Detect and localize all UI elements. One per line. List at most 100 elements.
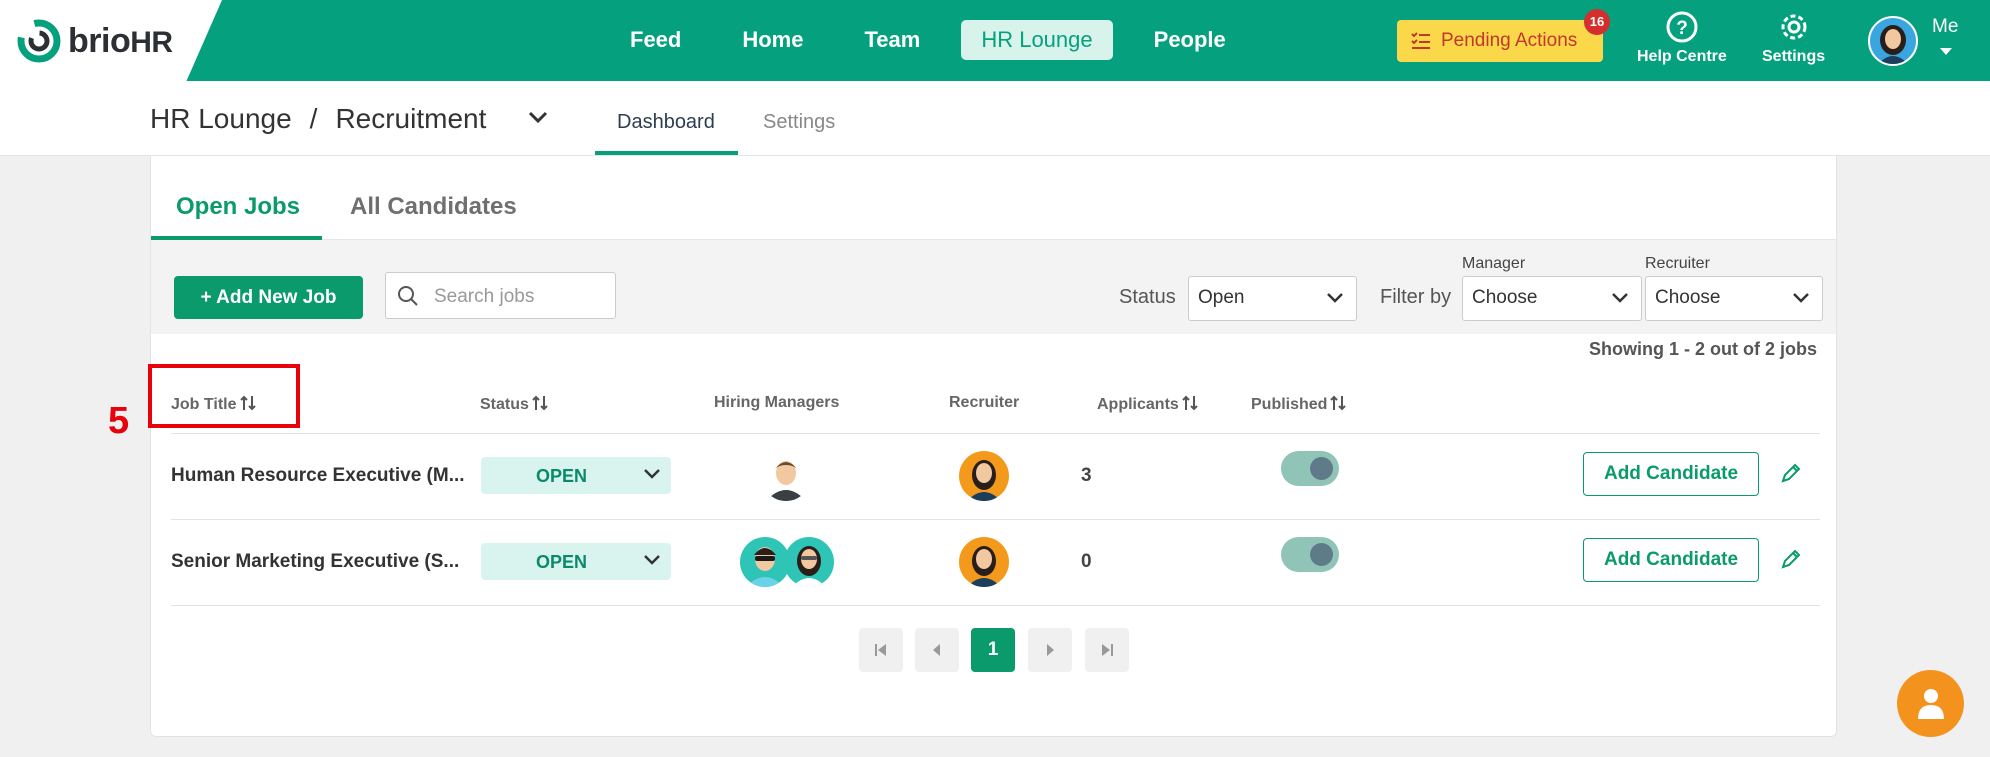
prev-page-button[interactable] <box>915 628 959 672</box>
sort-icon[interactable] <box>1181 394 1199 412</box>
status-filter-select[interactable]: Open <box>1188 276 1357 321</box>
add-candidate-button[interactable]: Add Candidate <box>1583 452 1759 496</box>
chevron-down-icon[interactable] <box>528 111 548 125</box>
jobs-toolbar: + Add New Job Search jobs Status Open Fi… <box>151 240 1836 334</box>
female-avatar-icon <box>967 546 1001 587</box>
chevron-down-icon <box>1612 293 1628 303</box>
job-status-select[interactable]: OPEN <box>481 543 671 580</box>
col-recruiter: Recruiter <box>949 394 1020 411</box>
breadcrumb-current[interactable]: Recruitment <box>335 103 486 134</box>
chevron-down-icon <box>644 555 660 565</box>
breadcrumb: HR Lounge / Recruitment <box>150 103 487 134</box>
annotation-highlight-box <box>148 364 300 428</box>
next-page-button[interactable] <box>1028 628 1072 672</box>
add-new-job-button[interactable]: + Add New Job <box>174 276 363 319</box>
nav-home[interactable]: Home <box>722 20 823 60</box>
main-nav: Feed Home Team HR Lounge People <box>610 20 1267 60</box>
nav-hr-lounge[interactable]: HR Lounge <box>961 20 1113 60</box>
row-divider <box>171 605 1820 606</box>
subtab-settings[interactable]: Settings <box>763 111 835 134</box>
applicants-count: 3 <box>1081 465 1092 486</box>
chevron-down-icon <box>1793 293 1809 303</box>
svg-text:?: ? <box>1676 18 1688 39</box>
col-hiring-managers: Hiring Managers <box>714 394 840 411</box>
last-page-button[interactable] <box>1085 628 1129 672</box>
applicants-count: 0 <box>1081 551 1092 572</box>
search-jobs-input[interactable]: Search jobs <box>385 272 616 319</box>
person-icon <box>1918 689 1944 719</box>
status-filter-label: Status <box>1119 286 1176 308</box>
help-centre-label: Help Centre <box>1637 48 1727 65</box>
chevron-down-icon <box>1327 293 1343 303</box>
published-toggle[interactable] <box>1281 451 1339 486</box>
jobs-tabs: Open Jobs All Candidates <box>151 156 1836 240</box>
sort-icon[interactable] <box>1329 394 1347 412</box>
hiring-manager-avatar[interactable] <box>761 451 811 501</box>
job-title-cell[interactable]: Senior Marketing Executive (S... <box>171 551 459 573</box>
nav-feed[interactable]: Feed <box>610 20 701 60</box>
search-icon <box>398 286 418 306</box>
add-candidate-button[interactable]: Add Candidate <box>1583 538 1759 582</box>
pending-actions-label: Pending Actions <box>1441 30 1578 51</box>
settings-label: Settings <box>1762 48 1826 65</box>
annotation-step-number: 5 <box>108 400 130 442</box>
job-status-select[interactable]: OPEN <box>481 457 671 494</box>
row-divider <box>171 433 1820 434</box>
recruiter-filter-select[interactable]: Choose <box>1645 276 1823 321</box>
page-1-button[interactable]: 1 <box>971 628 1015 672</box>
subtab-active-indicator <box>595 151 738 155</box>
female-avatar-icon <box>792 546 826 587</box>
sort-icon[interactable] <box>531 394 549 412</box>
recruiter-avatar[interactable] <box>959 537 1009 587</box>
col-published[interactable]: Published <box>1251 394 1347 414</box>
last-page-icon <box>1102 644 1113 656</box>
published-toggle[interactable] <box>1281 537 1339 572</box>
nav-people[interactable]: People <box>1134 20 1246 60</box>
pending-count-badge: 16 <box>1584 9 1610 35</box>
user-avatar-icon <box>1870 18 1916 64</box>
hiring-manager-avatar[interactable] <box>740 537 790 587</box>
tab-open-jobs[interactable]: Open Jobs <box>176 193 300 221</box>
row-divider <box>171 519 1820 520</box>
help-icon: ? <box>1666 11 1698 43</box>
col-status[interactable]: Status <box>480 394 549 414</box>
recruiter-avatar[interactable] <box>959 451 1009 501</box>
brio-logo-icon <box>17 19 61 63</box>
me-caret-icon[interactable] <box>1940 48 1952 55</box>
checklist-icon <box>1411 32 1430 49</box>
job-title-cell[interactable]: Human Resource Executive (M... <box>171 465 465 487</box>
subtab-dashboard[interactable]: Dashboard <box>617 111 715 134</box>
results-count: Showing 1 - 2 out of 2 jobs <box>1589 339 1817 359</box>
pencil-icon[interactable] <box>1780 462 1802 484</box>
pencil-icon[interactable] <box>1780 548 1802 570</box>
help-centre-button[interactable]: ? Help Centre <box>1637 10 1727 66</box>
sub-header: HR Lounge / Recruitment Dashboard Settings <box>0 81 1990 156</box>
col-applicants[interactable]: Applicants <box>1097 394 1199 414</box>
gear-icon <box>1781 14 1807 40</box>
brand-name: brioHR <box>68 22 173 60</box>
me-label[interactable]: Me <box>1932 16 1958 38</box>
chevron-right-icon <box>1047 644 1054 656</box>
nav-team[interactable]: Team <box>844 20 940 60</box>
logo[interactable]: brioHR <box>0 0 222 81</box>
male-avatar-icon <box>766 461 806 501</box>
jobs-card: Open Jobs All Candidates + Add New Job S… <box>150 156 1837 737</box>
tab-all-candidates[interactable]: All Candidates <box>350 193 517 221</box>
settings-button[interactable]: Settings <box>1762 10 1825 66</box>
first-page-icon <box>875 644 886 656</box>
hiring-manager-avatar[interactable] <box>784 537 834 587</box>
support-chat-button[interactable] <box>1897 670 1964 737</box>
manager-filter-select[interactable]: Choose <box>1462 276 1642 321</box>
female-avatar-icon <box>967 460 1001 501</box>
search-placeholder: Search jobs <box>434 286 535 307</box>
user-avatar[interactable] <box>1868 16 1918 66</box>
filter-by-label: Filter by <box>1380 286 1452 308</box>
manager-filter-label: Manager <box>1462 255 1526 272</box>
chevron-down-icon <box>644 469 660 479</box>
breadcrumb-root[interactable]: HR Lounge <box>150 103 292 134</box>
recruiter-filter-label: Recruiter <box>1645 255 1710 272</box>
chevron-left-icon <box>933 644 940 656</box>
pending-actions-button[interactable]: Pending Actions <box>1397 20 1603 62</box>
male-avatar-icon <box>746 547 784 587</box>
first-page-button[interactable] <box>859 628 903 672</box>
